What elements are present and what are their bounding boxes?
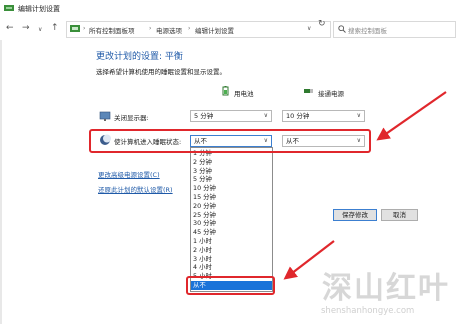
cancel-button[interactable]: 取消 (381, 209, 418, 221)
chevron-down-icon: ∨ (263, 112, 268, 119)
crumb-all-items[interactable]: 所有控制面板项 (89, 25, 135, 35)
chevron-right-icon: › (149, 25, 152, 32)
display-battery-value: 5 分钟 (194, 112, 214, 120)
search-input[interactable]: 搜索控制面板 (333, 21, 456, 38)
annotation-highlight-sleep-row (89, 129, 371, 153)
power-options-icon (4, 5, 14, 11)
display-plugged-value: 10 分钟 (286, 112, 310, 120)
up-arrow-icon[interactable]: ↑ (51, 22, 59, 34)
watermark-url: shenshanhongye.com (321, 306, 415, 316)
dropdown-option[interactable]: 5 分钟 (191, 175, 272, 184)
dropdown-option[interactable]: 20 分钟 (191, 202, 272, 211)
display-battery-select[interactable]: 5 分钟 ∨ (190, 110, 272, 122)
column-plugged: 接通电源 (318, 90, 344, 98)
page-subtitle: 选择希望计算机使用的睡眠设置和显示设置。 (96, 68, 226, 76)
crumb-power-options[interactable]: 电源选项 (156, 25, 182, 35)
search-placeholder: 搜索控制面板 (348, 27, 387, 35)
sleep-dropdown-list[interactable]: 1 分钟 2 分钟 3 分钟 5 分钟 10 分钟 15 分钟 20 分钟 25 分钟 30 分… (190, 147, 273, 292)
refresh-icon[interactable]: ↻ (318, 19, 326, 29)
monitor-icon (99, 111, 111, 121)
window-title: 编辑计划设置 (18, 5, 60, 13)
battery-icon (222, 86, 229, 96)
crumb-edit-plan[interactable]: 编辑计划设置 (195, 25, 234, 35)
dropdown-option[interactable]: 30 分钟 (191, 219, 272, 228)
chevron-right-icon: › (83, 25, 86, 32)
watermark-text: 深山红叶 (322, 271, 450, 306)
breadcrumb[interactable]: › 所有控制面板项 › 电源选项 › 编辑计划设置 ∨ (66, 21, 331, 38)
window-left-edge (0, 40, 2, 324)
arrow-to-sleep-row (376, 91, 447, 141)
history-dropdown-icon[interactable]: ∨ (38, 24, 42, 36)
page-title: 更改计划的设置: 平衡 (96, 52, 183, 62)
dropdown-option[interactable]: 2 分钟 (191, 158, 272, 167)
chevron-down-icon: ∨ (356, 112, 361, 119)
address-bar: ← → ∨ ↑ › 所有控制面板项 › 电源选项 › 编辑计划设置 ∨ ↻ 搜索… (0, 18, 458, 40)
dropdown-option[interactable]: 45 分钟 (191, 228, 272, 237)
column-battery: 用电池 (234, 90, 254, 98)
back-arrow-icon[interactable]: ← (6, 22, 14, 34)
title-bar: 编辑计划设置 (0, 0, 458, 18)
advanced-settings-link[interactable]: 更改高级电源设置(C) (98, 169, 160, 179)
dropdown-option[interactable]: 10 分钟 (191, 184, 272, 193)
display-label: 关闭显示器: (114, 114, 149, 122)
search-icon (338, 25, 346, 33)
plug-icon (304, 89, 313, 93)
annotation-highlight-never-option (186, 276, 275, 295)
dropdown-option[interactable]: 2 小时 (191, 246, 272, 255)
dropdown-option[interactable]: 1 小时 (191, 237, 272, 246)
dropdown-option[interactable]: 4 小时 (191, 263, 272, 272)
display-plugged-select[interactable]: 10 分钟 ∨ (282, 110, 365, 122)
restore-defaults-link[interactable]: 还原此计划的默认设置(R) (98, 184, 173, 194)
forward-arrow-icon[interactable]: → (22, 22, 30, 34)
control-panel-icon (70, 25, 80, 32)
save-button[interactable]: 保存修改 (333, 209, 377, 221)
chevron-down-icon[interactable]: ∨ (307, 25, 311, 32)
dropdown-option[interactable]: 15 分钟 (191, 193, 272, 202)
chevron-right-icon: › (188, 25, 191, 32)
